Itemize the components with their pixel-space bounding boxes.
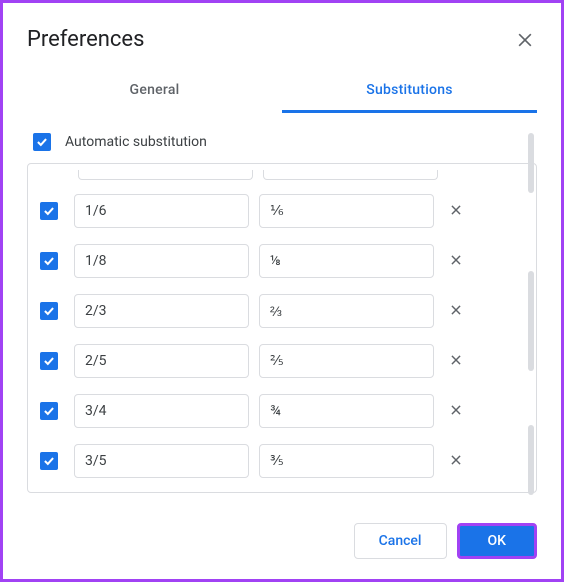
substitution-checkbox[interactable] [40, 352, 58, 370]
with-input[interactable]: ⅔ [259, 294, 434, 328]
replace-input[interactable]: 1/6 [74, 194, 249, 228]
close-icon [449, 403, 463, 417]
delete-row-button[interactable] [444, 301, 468, 322]
scrollbar-thumb[interactable] [528, 133, 534, 193]
delete-row-button[interactable] [444, 351, 468, 372]
preferences-dialog: Preferences General Substitutions Automa… [3, 3, 561, 579]
substitution-row: 1/8 ⅛ [38, 236, 526, 286]
close-icon [515, 30, 535, 50]
with-input[interactable]: ¾ [259, 394, 434, 428]
dialog-header: Preferences [27, 27, 537, 52]
dialog-title: Preferences [27, 27, 144, 52]
close-icon [449, 303, 463, 317]
with-input[interactable]: ⅙ [259, 194, 434, 228]
with-input[interactable]: ⅗ [259, 444, 434, 478]
scrollbar-thumb[interactable] [528, 271, 534, 371]
substitutions-rows[interactable]: 1/6 ⅙ 1/8 ⅛ 2/3 ⅔ [28, 164, 536, 493]
delete-row-button[interactable] [444, 251, 468, 272]
delete-row-button[interactable] [444, 401, 468, 422]
tabs: General Substitutions [27, 70, 537, 113]
check-icon [42, 404, 56, 418]
check-icon [42, 454, 56, 468]
auto-substitution-row: Automatic substitution [27, 133, 537, 151]
dialog-footer: Cancel OK [27, 503, 537, 579]
substitution-checkbox[interactable] [40, 452, 58, 470]
delete-row-button[interactable] [444, 201, 468, 222]
close-icon [449, 203, 463, 217]
with-input[interactable]: ⅖ [259, 344, 434, 378]
replace-input[interactable]: 2/3 [74, 294, 249, 328]
substitution-checkbox[interactable] [40, 252, 58, 270]
substitution-row: 3/4 ¾ [38, 386, 526, 436]
with-input-partial[interactable] [263, 170, 438, 180]
replace-input[interactable]: 2/5 [74, 344, 249, 378]
substitutions-table: 1/6 ⅙ 1/8 ⅛ 2/3 ⅔ [27, 163, 537, 493]
check-icon [42, 254, 56, 268]
replace-input[interactable]: 3/4 [74, 394, 249, 428]
cancel-button[interactable]: Cancel [354, 523, 447, 559]
check-icon [42, 304, 56, 318]
replace-input[interactable]: 3/5 [74, 444, 249, 478]
auto-substitution-checkbox[interactable] [33, 133, 51, 151]
substitution-row: 1/6 ⅙ [38, 186, 526, 236]
tab-general[interactable]: General [27, 70, 282, 113]
check-icon [35, 135, 49, 149]
close-button[interactable] [513, 28, 537, 52]
replace-input-partial[interactable] [78, 170, 253, 180]
substitution-checkbox[interactable] [40, 202, 58, 220]
close-icon [449, 253, 463, 267]
check-icon [42, 354, 56, 368]
substitution-checkbox[interactable] [40, 402, 58, 420]
close-icon [449, 453, 463, 467]
ok-button[interactable]: OK [457, 523, 538, 559]
partial-row-bottom [38, 486, 526, 493]
substitution-row: 2/3 ⅔ [38, 286, 526, 336]
check-icon [42, 204, 56, 218]
substitution-checkbox[interactable] [40, 302, 58, 320]
close-icon [449, 353, 463, 367]
delete-row-button[interactable] [444, 451, 468, 472]
replace-input[interactable]: 1/8 [74, 244, 249, 278]
content-area: Automatic substitution 1/6 ⅙ [27, 133, 537, 503]
substitution-row: 2/5 ⅖ [38, 336, 526, 386]
with-input[interactable]: ⅛ [259, 244, 434, 278]
tab-substitutions[interactable]: Substitutions [282, 70, 537, 113]
substitution-row: 3/5 ⅗ [38, 436, 526, 486]
scrollbar-thumb[interactable] [528, 425, 534, 495]
auto-substitution-label: Automatic substitution [65, 134, 207, 150]
partial-row-top [38, 172, 526, 186]
